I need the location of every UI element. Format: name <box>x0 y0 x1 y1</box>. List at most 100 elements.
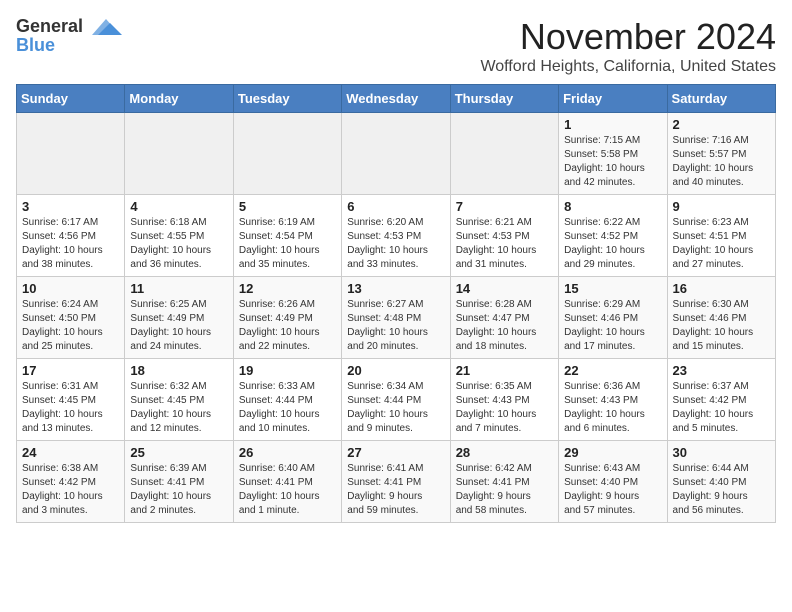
day-info: Sunrise: 6:37 AM Sunset: 4:42 PM Dayligh… <box>673 380 770 436</box>
calendar-cell: 28 Sunrise: 6:42 AM Sunset: 4:41 PM Dayli… <box>450 441 558 523</box>
day-info: Sunrise: 6:24 AM Sunset: 4:50 PM Dayligh… <box>22 298 119 354</box>
day-number: 10 <box>22 281 119 296</box>
day-info: Sunrise: 6:25 AM Sunset: 4:49 PM Dayligh… <box>130 298 227 354</box>
calendar-cell: 25 Sunrise: 6:39 AM Sunset: 4:41 PM Dayli… <box>125 441 233 523</box>
day-number: 19 <box>239 363 336 378</box>
calendar-week-row: 17Sunrise: 6:31 AM Sunset: 4:45 PM Dayli… <box>17 359 776 441</box>
calendar-cell: 18 Sunrise: 6:32 AM Sunset: 4:45 PM Dayli… <box>125 359 233 441</box>
calendar-cell <box>342 113 450 195</box>
day-info: Sunrise: 6:33 AM Sunset: 4:44 PM Dayligh… <box>239 380 336 436</box>
day-info: Sunrise: 6:19 AM Sunset: 4:54 PM Dayligh… <box>239 216 336 272</box>
day-info: Sunrise: 6:38 AM Sunset: 4:42 PM Dayligh… <box>22 462 119 518</box>
day-header-tuesday: Tuesday <box>233 85 341 113</box>
day-header-monday: Monday <box>125 85 233 113</box>
day-info: Sunrise: 6:22 AM Sunset: 4:52 PM Dayligh… <box>564 216 661 272</box>
day-number: 2 <box>673 117 770 132</box>
day-number: 4 <box>130 199 227 214</box>
day-number: 25 <box>130 445 227 460</box>
day-number: 5 <box>239 199 336 214</box>
calendar-cell: 15Sunrise: 6:29 AM Sunset: 4:46 PM Dayli… <box>559 277 667 359</box>
day-number: 24 <box>22 445 119 460</box>
calendar-cell: 10 Sunrise: 6:24 AM Sunset: 4:50 PM Dayli… <box>17 277 125 359</box>
calendar-cell: 3 Sunrise: 6:17 AM Sunset: 4:56 PM Daylig… <box>17 195 125 277</box>
day-number: 28 <box>456 445 553 460</box>
day-number: 20 <box>347 363 444 378</box>
calendar-cell: 16Sunrise: 6:30 AM Sunset: 4:46 PM Dayli… <box>667 277 775 359</box>
calendar-cell: 27 Sunrise: 6:41 AM Sunset: 4:41 PM Dayli… <box>342 441 450 523</box>
day-number: 13 <box>347 281 444 296</box>
calendar-cell: 6 Sunrise: 6:20 AM Sunset: 4:53 PM Daylig… <box>342 195 450 277</box>
calendar-week-row: 1Sunrise: 7:15 AM Sunset: 5:58 PM Daylig… <box>17 113 776 195</box>
month-title: November 2024 <box>480 16 776 58</box>
calendar-week-row: 3 Sunrise: 6:17 AM Sunset: 4:56 PM Daylig… <box>17 195 776 277</box>
day-number: 6 <box>347 199 444 214</box>
day-info: Sunrise: 6:42 AM Sunset: 4:41 PM Dayligh… <box>456 462 553 518</box>
day-info: Sunrise: 6:21 AM Sunset: 4:53 PM Dayligh… <box>456 216 553 272</box>
day-number: 29 <box>564 445 661 460</box>
day-number: 3 <box>22 199 119 214</box>
day-info: Sunrise: 6:26 AM Sunset: 4:49 PM Dayligh… <box>239 298 336 354</box>
calendar-cell: 24 Sunrise: 6:38 AM Sunset: 4:42 PM Dayli… <box>17 441 125 523</box>
calendar-cell: 2 Sunrise: 7:16 AM Sunset: 5:57 PM Daylig… <box>667 113 775 195</box>
day-info: Sunrise: 6:31 AM Sunset: 4:45 PM Dayligh… <box>22 380 119 436</box>
day-info: Sunrise: 6:27 AM Sunset: 4:48 PM Dayligh… <box>347 298 444 354</box>
calendar-cell <box>125 113 233 195</box>
day-number: 9 <box>673 199 770 214</box>
day-number: 12 <box>239 281 336 296</box>
calendar-cell: 23 Sunrise: 6:37 AM Sunset: 4:42 PM Dayli… <box>667 359 775 441</box>
day-info: Sunrise: 6:43 AM Sunset: 4:40 PM Dayligh… <box>564 462 661 518</box>
logo: General Blue <box>16 16 124 56</box>
day-info: Sunrise: 6:18 AM Sunset: 4:55 PM Dayligh… <box>130 216 227 272</box>
day-info: Sunrise: 7:16 AM Sunset: 5:57 PM Dayligh… <box>673 134 770 190</box>
day-info: Sunrise: 6:28 AM Sunset: 4:47 PM Dayligh… <box>456 298 553 354</box>
day-number: 15 <box>564 281 661 296</box>
day-number: 26 <box>239 445 336 460</box>
calendar-cell: 14 Sunrise: 6:28 AM Sunset: 4:47 PM Dayli… <box>450 277 558 359</box>
calendar-cell: 19 Sunrise: 6:33 AM Sunset: 4:44 PM Dayli… <box>233 359 341 441</box>
calendar-week-row: 24 Sunrise: 6:38 AM Sunset: 4:42 PM Dayli… <box>17 441 776 523</box>
calendar-table: SundayMondayTuesdayWednesdayThursdayFrid… <box>16 84 776 523</box>
day-header-sunday: Sunday <box>17 85 125 113</box>
calendar-cell: 9 Sunrise: 6:23 AM Sunset: 4:51 PM Daylig… <box>667 195 775 277</box>
day-header-thursday: Thursday <box>450 85 558 113</box>
calendar-cell: 11Sunrise: 6:25 AM Sunset: 4:49 PM Dayli… <box>125 277 233 359</box>
day-info: Sunrise: 6:41 AM Sunset: 4:41 PM Dayligh… <box>347 462 444 518</box>
day-info: Sunrise: 6:40 AM Sunset: 4:41 PM Dayligh… <box>239 462 336 518</box>
calendar-cell: 22Sunrise: 6:36 AM Sunset: 4:43 PM Dayli… <box>559 359 667 441</box>
day-info: Sunrise: 6:39 AM Sunset: 4:41 PM Dayligh… <box>130 462 227 518</box>
calendar-cell: 30Sunrise: 6:44 AM Sunset: 4:40 PM Dayli… <box>667 441 775 523</box>
logo-icon <box>88 17 124 39</box>
day-info: Sunrise: 7:15 AM Sunset: 5:58 PM Dayligh… <box>564 134 661 190</box>
title-section: November 2024 Wofford Heights, Californi… <box>480 16 776 76</box>
calendar-cell: 21 Sunrise: 6:35 AM Sunset: 4:43 PM Dayli… <box>450 359 558 441</box>
day-number: 18 <box>130 363 227 378</box>
day-info: Sunrise: 6:30 AM Sunset: 4:46 PM Dayligh… <box>673 298 770 354</box>
day-info: Sunrise: 6:44 AM Sunset: 4:40 PM Dayligh… <box>673 462 770 518</box>
day-number: 8 <box>564 199 661 214</box>
calendar-cell <box>450 113 558 195</box>
calendar-cell: 5 Sunrise: 6:19 AM Sunset: 4:54 PM Daylig… <box>233 195 341 277</box>
calendar-cell: 1Sunrise: 7:15 AM Sunset: 5:58 PM Daylig… <box>559 113 667 195</box>
calendar-cell: 17Sunrise: 6:31 AM Sunset: 4:45 PM Dayli… <box>17 359 125 441</box>
day-number: 14 <box>456 281 553 296</box>
day-header-friday: Friday <box>559 85 667 113</box>
page-header: General Blue November 2024 Wofford Heigh… <box>16 16 776 76</box>
calendar-header-row: SundayMondayTuesdayWednesdayThursdayFrid… <box>17 85 776 113</box>
day-info: Sunrise: 6:32 AM Sunset: 4:45 PM Dayligh… <box>130 380 227 436</box>
day-info: Sunrise: 6:34 AM Sunset: 4:44 PM Dayligh… <box>347 380 444 436</box>
day-header-wednesday: Wednesday <box>342 85 450 113</box>
calendar-cell: 26 Sunrise: 6:40 AM Sunset: 4:41 PM Dayli… <box>233 441 341 523</box>
day-info: Sunrise: 6:20 AM Sunset: 4:53 PM Dayligh… <box>347 216 444 272</box>
day-info: Sunrise: 6:23 AM Sunset: 4:51 PM Dayligh… <box>673 216 770 272</box>
calendar-cell: 29 Sunrise: 6:43 AM Sunset: 4:40 PM Dayli… <box>559 441 667 523</box>
day-number: 23 <box>673 363 770 378</box>
location-subtitle: Wofford Heights, California, United Stat… <box>480 58 776 76</box>
day-number: 22 <box>564 363 661 378</box>
calendar-week-row: 10 Sunrise: 6:24 AM Sunset: 4:50 PM Dayli… <box>17 277 776 359</box>
day-number: 27 <box>347 445 444 460</box>
calendar-cell: 20 Sunrise: 6:34 AM Sunset: 4:44 PM Dayli… <box>342 359 450 441</box>
day-info: Sunrise: 6:17 AM Sunset: 4:56 PM Dayligh… <box>22 216 119 272</box>
day-number: 21 <box>456 363 553 378</box>
day-info: Sunrise: 6:35 AM Sunset: 4:43 PM Dayligh… <box>456 380 553 436</box>
calendar-cell: 13 Sunrise: 6:27 AM Sunset: 4:48 PM Dayli… <box>342 277 450 359</box>
